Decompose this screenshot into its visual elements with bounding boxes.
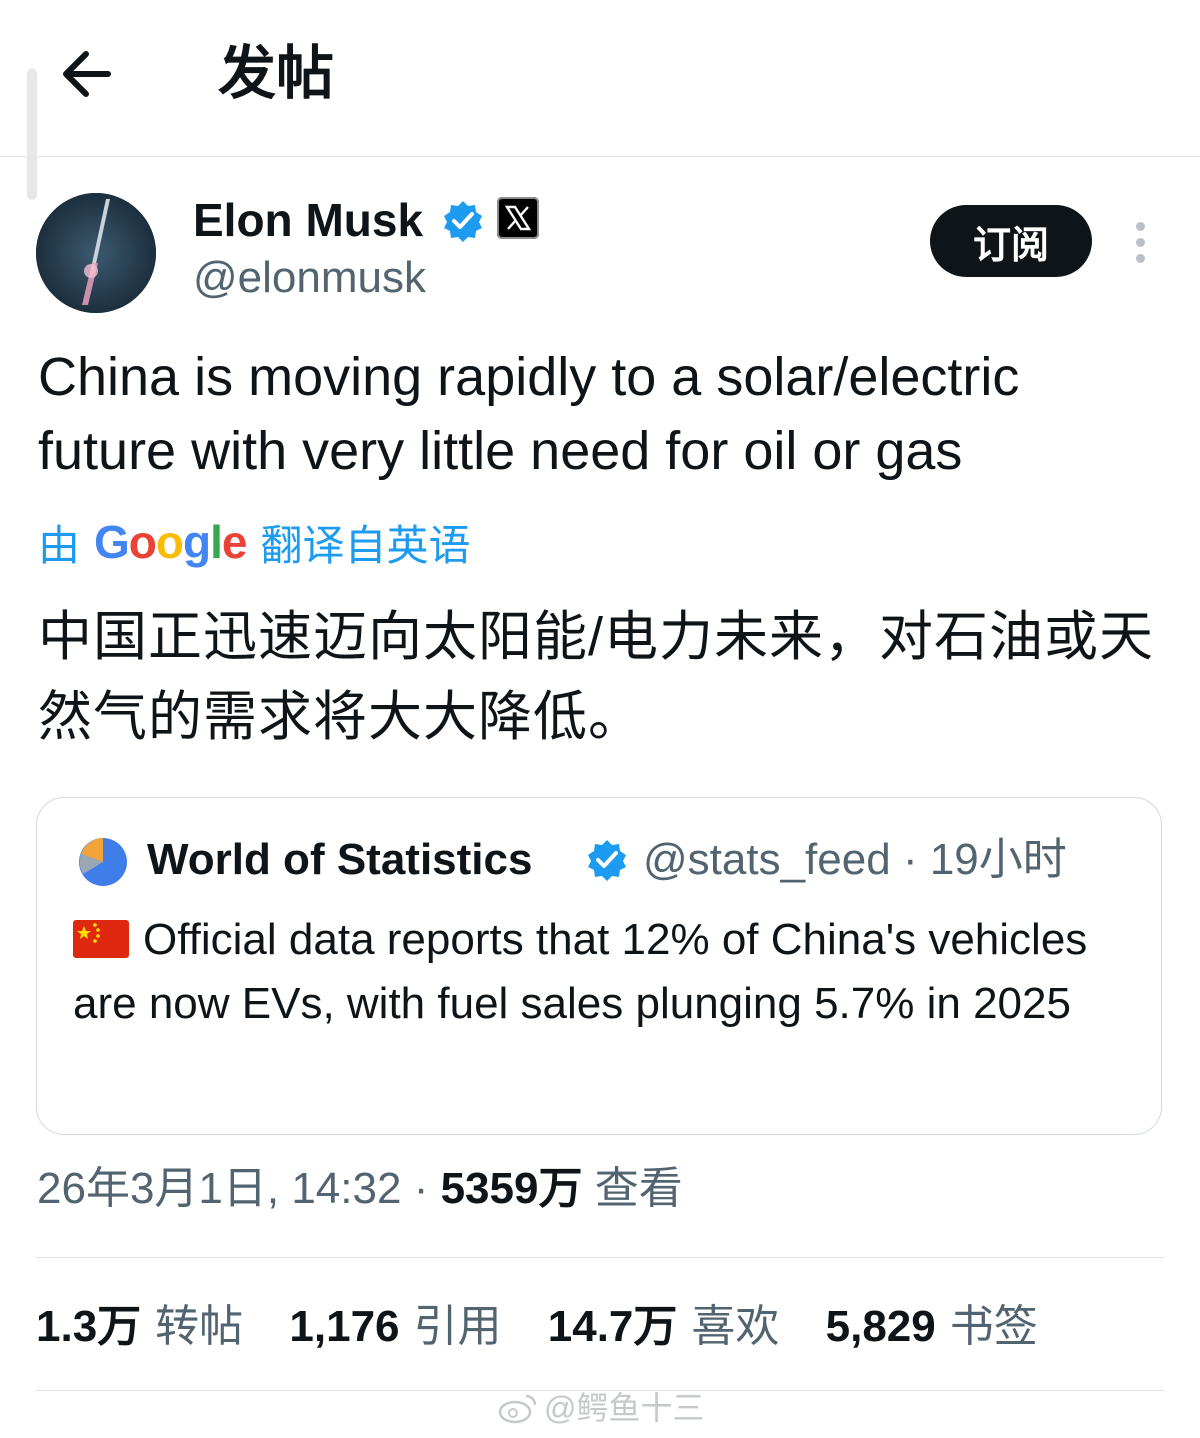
quote-author-handle: @stats_feed [643,835,891,884]
weibo-icon [498,1394,537,1424]
translated-text: 中国正迅速迈向太阳能/电力未来，对石油或天然气的需求将大大降低。 [38,607,1155,747]
quote-text: Official data reports that 12% of China'… [73,915,1088,1028]
author-name[interactable]: Elon Musk [193,192,423,248]
stat-likes[interactable]: 14.7万 喜欢 [548,1296,780,1358]
stat-quotes[interactable]: 1,176 引用 [289,1296,501,1358]
engagement-stats: 1.3万 转帖 1,176 引用 14.7万 喜欢 5,829 书签 [36,1296,1072,1358]
watermark: @鳄鱼十三 [498,1388,705,1428]
quote-verified-icon [585,838,629,882]
back-arrow-icon[interactable] [58,44,114,104]
quote-text-block: Official data reports that 12% of China'… [73,908,1113,1036]
post-meta: 26年3月1日, 14:32 · 5359万 查看 [37,1158,683,1220]
stat-label: 喜欢 [691,1302,780,1351]
verified-icon [441,199,485,243]
stat-value: 5,829 [825,1302,936,1351]
translate-prefix: 由 [38,521,81,569]
stat-label: 书签 [949,1302,1038,1351]
google-logo: Google [94,516,247,568]
quote-meta: @stats_feed · 19小时 [643,832,1067,888]
quote-author-name: World of Statistics [147,835,533,884]
avatar[interactable] [36,193,156,313]
header: 发帖 [0,0,1200,157]
translate-suffix: 翻译自英语 [260,521,471,569]
stat-reposts[interactable]: 1.3万 转帖 [36,1296,243,1358]
stat-label: 引用 [413,1302,502,1351]
post-text: China is moving rapidly to a solar/elect… [38,347,1020,481]
divider [36,1257,1164,1258]
watermark-text: @鳄鱼十三 [544,1390,705,1426]
stat-value: 1.3万 [36,1302,142,1351]
author-handle[interactable]: @elonmusk [193,251,426,305]
post-timestamp: 26年3月1日, 14:32 [37,1164,402,1213]
subscribe-button[interactable]: 订阅 [930,205,1092,277]
translation-attribution[interactable]: 由 Google 翻译自英语 [38,512,471,572]
stat-label: 转帖 [155,1302,244,1351]
stat-bookmarks[interactable]: 5,829 书签 [826,1296,1038,1358]
quoted-post[interactable]: World of Statistics @stats_feed · 19小时 O… [36,797,1162,1135]
china-flag-icon [73,920,129,958]
stat-value: 1,176 [289,1302,400,1351]
stat-value: 14.7万 [547,1302,678,1351]
views-label: 查看 [594,1164,683,1213]
quote-age: · 19小时 [902,835,1067,884]
pie-chart-icon [77,836,129,888]
meta-separator: · [413,1164,429,1213]
x-logo-icon [497,197,539,239]
page-title: 发帖 [218,41,335,106]
more-icon[interactable] [1122,220,1158,266]
views-count: 5359万 [440,1164,583,1213]
